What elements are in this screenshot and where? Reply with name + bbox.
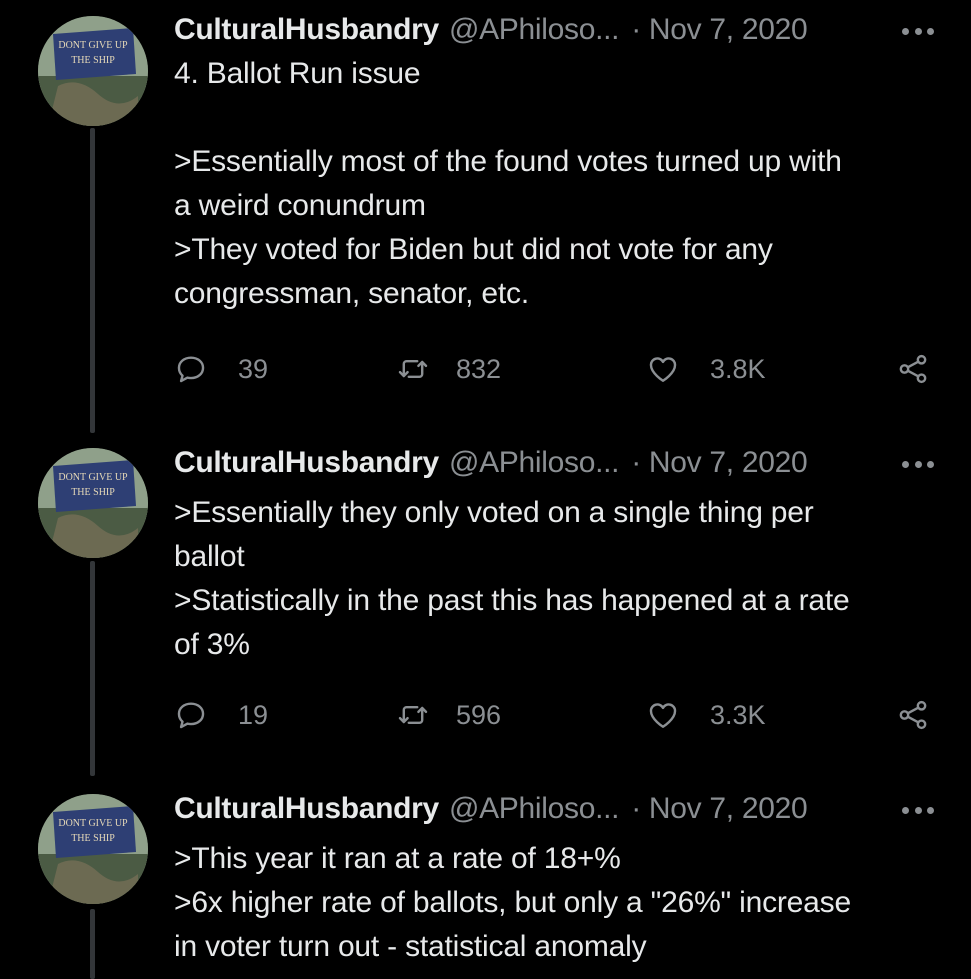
- thread-line: [90, 128, 95, 433]
- reply-button[interactable]: 39: [174, 349, 268, 389]
- tweet-text: >Essentially they only voted on a single…: [174, 491, 934, 667]
- share-icon: [899, 700, 927, 730]
- reply-count: 39: [238, 353, 269, 384]
- like-icon: [649, 703, 677, 728]
- tweet-line: a weird conundrum: [174, 189, 426, 222]
- tweet-line: >Essentially most of the found votes tur…: [174, 145, 842, 178]
- tweet-date[interactable]: Nov 7, 2020: [649, 13, 808, 47]
- reply-icon: [177, 702, 205, 729]
- more-icon[interactable]: [896, 16, 940, 46]
- avatar-text-line-2: THE SHIP: [71, 833, 115, 844]
- reply-count: 19: [238, 699, 269, 730]
- tweet-line: >This year it ran at a rate of 18+%: [174, 842, 621, 875]
- like-button[interactable]: 3.8K: [646, 349, 766, 389]
- avatar-text-line-1: DONT GIVE UP: [58, 818, 128, 829]
- display-name[interactable]: CulturalHusbandry: [174, 446, 439, 480]
- display-name[interactable]: CulturalHusbandry: [174, 13, 439, 47]
- like-count: 3.8K: [710, 353, 766, 384]
- retweet-button[interactable]: 596: [396, 695, 501, 735]
- tweet-line: 4. Ballot Run issue: [174, 57, 421, 90]
- tweet-date[interactable]: Nov 7, 2020: [649, 446, 808, 480]
- tweet-text: 4. Ballot Run issue >Essentially most of…: [174, 52, 934, 316]
- reply-button[interactable]: 19: [174, 695, 268, 735]
- user-handle[interactable]: @APhiloso...: [449, 446, 620, 480]
- tweet-line: ballot: [174, 540, 245, 573]
- tweet-text: >This year it ran at a rate of 18+% >6x …: [174, 837, 934, 969]
- tweet-line: >Statistically in the past this has happ…: [174, 584, 850, 617]
- avatar-text-line-2: THE SHIP: [71, 55, 115, 66]
- share-button[interactable]: [896, 349, 930, 389]
- more-icon[interactable]: [896, 795, 940, 825]
- share-button[interactable]: [896, 695, 930, 735]
- retweet-button[interactable]: 832: [396, 349, 501, 389]
- thread-line: [90, 561, 95, 776]
- tweet-line: congressman, senator, etc.: [174, 277, 529, 310]
- retweet-count: 596: [456, 699, 502, 730]
- tweet-date[interactable]: Nov 7, 2020: [649, 792, 808, 826]
- user-handle[interactable]: @APhiloso...: [449, 13, 620, 47]
- tweet-actions: 39 832 3.8K: [174, 349, 944, 389]
- tweet-header: CulturalHusbandry @APhiloso... · Nov 7, …: [174, 441, 934, 485]
- retweet-icon: [398, 360, 428, 378]
- like-icon: [649, 357, 677, 382]
- reply-icon: [177, 356, 205, 383]
- tweet-line: of 3%: [174, 628, 250, 661]
- avatar[interactable]: DONT GIVE UP THE SHIP: [38, 448, 148, 558]
- tweet-header: CulturalHusbandry @APhiloso... · Nov 7, …: [174, 8, 934, 52]
- tweet-line: >6x higher rate of ballots, but only a "…: [174, 886, 851, 919]
- tweet-line: [174, 96, 934, 140]
- user-handle[interactable]: @APhiloso...: [449, 792, 620, 826]
- like-count: 3.3K: [710, 699, 766, 730]
- avatar-text-line-1: DONT GIVE UP: [58, 40, 128, 51]
- avatar[interactable]: DONT GIVE UP THE SHIP: [38, 794, 148, 904]
- display-name[interactable]: CulturalHusbandry: [174, 792, 439, 826]
- tweet-line: in voter turn out - statistical anomaly: [174, 930, 647, 963]
- thread-line: [90, 909, 95, 979]
- tweet-line: >They voted for Biden but did not vote f…: [174, 233, 773, 266]
- separator: ·: [631, 792, 641, 825]
- like-button[interactable]: 3.3K: [646, 695, 766, 735]
- thread-timeline: DONT GIVE UP THE SHIP CulturalHusbandry …: [0, 0, 971, 979]
- avatar-text-line-2: THE SHIP: [71, 487, 115, 498]
- separator: ·: [631, 446, 641, 479]
- tweet-header: CulturalHusbandry @APhiloso... · Nov 7, …: [174, 787, 934, 831]
- share-icon: [899, 354, 927, 384]
- separator: ·: [631, 13, 641, 46]
- tweet-actions: 19 596 3.3K: [174, 695, 944, 735]
- tweet-line: >Essentially they only voted on a single…: [174, 496, 814, 529]
- avatar-text-line-1: DONT GIVE UP: [58, 472, 128, 483]
- retweet-icon: [398, 706, 428, 724]
- more-icon[interactable]: [896, 449, 940, 479]
- avatar[interactable]: DONT GIVE UP THE SHIP: [38, 16, 148, 126]
- retweet-count: 832: [456, 353, 502, 384]
